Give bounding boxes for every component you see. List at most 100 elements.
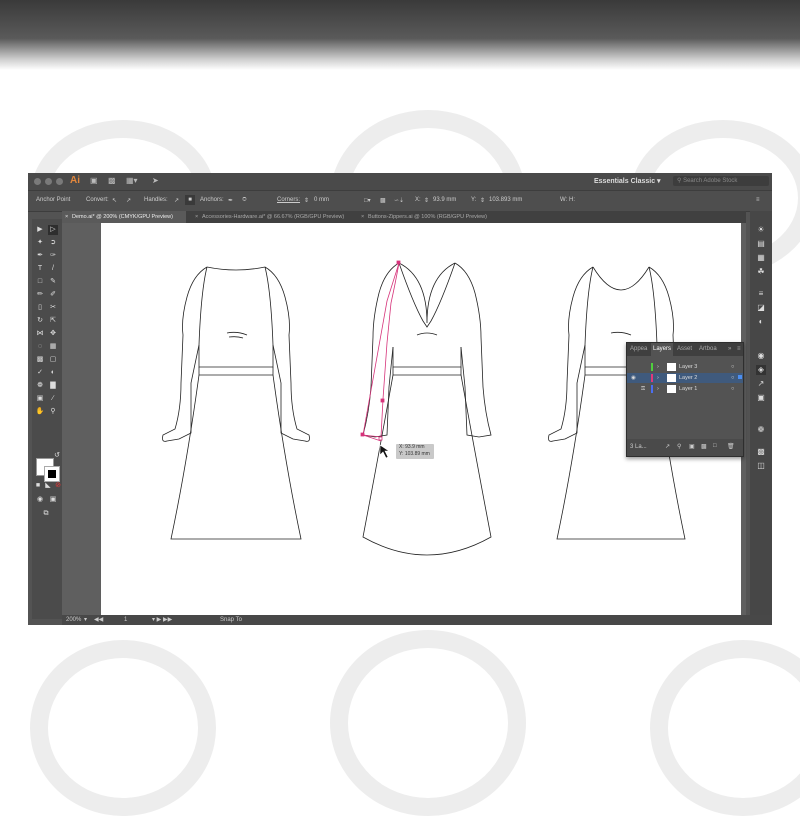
- connect-anchor-icon[interactable]: ⎊: [242, 197, 247, 204]
- target-icon[interactable]: ○: [731, 373, 734, 383]
- visibility-eye-icon[interactable]: ◉: [631, 373, 636, 383]
- pencil-tool-icon[interactable]: ✎: [48, 277, 58, 287]
- brushes-icon[interactable]: ☘: [756, 267, 766, 277]
- zoom-dropdown-icon[interactable]: ▾: [84, 615, 87, 625]
- transform-icon[interactable]: ∽⇣: [394, 197, 404, 204]
- width-tool-icon[interactable]: ⋈: [35, 329, 45, 339]
- locate-object-icon[interactable]: ⚲: [677, 443, 681, 450]
- remove-anchor-icon[interactable]: ✒: [228, 197, 233, 204]
- color-mode-icon[interactable]: ■: [33, 481, 43, 491]
- x-stepper[interactable]: ⇕: [424, 197, 429, 204]
- y-value[interactable]: 103.893 mm: [489, 197, 522, 203]
- send-icon[interactable]: ➤: [152, 176, 159, 186]
- scissors-icon[interactable]: ✂: [48, 303, 58, 313]
- tab-artboards[interactable]: Artboa: [699, 343, 717, 356]
- layer-name[interactable]: Layer 1: [679, 384, 697, 394]
- delete-layer-icon[interactable]: 🗑: [727, 443, 735, 450]
- pathfinder-icon[interactable]: ◫: [756, 461, 766, 471]
- hand-tool-icon[interactable]: ✋: [35, 407, 45, 417]
- expand-arrow-icon[interactable]: ›: [657, 362, 659, 372]
- mesh-tool-icon[interactable]: ▩: [35, 355, 45, 365]
- layer-row[interactable]: › Layer 3 ○: [627, 362, 743, 372]
- minimize-window-button[interactable]: [45, 178, 52, 185]
- corners-stepper[interactable]: ⇕: [304, 197, 309, 204]
- layer-name[interactable]: Layer 2: [679, 373, 697, 383]
- stroke-swatch[interactable]: [44, 466, 60, 482]
- color-guide-icon[interactable]: ▦: [756, 253, 766, 263]
- stock-icon[interactable]: ▩: [108, 176, 116, 186]
- libraries-icon[interactable]: ▤: [756, 239, 766, 249]
- new-sublayer-icon[interactable]: ▩: [701, 443, 707, 450]
- slice-tool-icon[interactable]: ∕: [48, 394, 58, 404]
- align-icon[interactable]: □▾: [364, 197, 371, 204]
- expand-arrow-icon[interactable]: ›: [657, 373, 659, 383]
- close-window-button[interactable]: [34, 178, 41, 185]
- gradient-mode-icon[interactable]: ◣: [43, 481, 53, 491]
- zoom-level[interactable]: 200%: [66, 615, 81, 625]
- paintbrush-icon[interactable]: ✏: [35, 290, 45, 300]
- clipping-mask-icon[interactable]: ▣: [689, 443, 695, 450]
- menu-icon[interactable]: ≡: [756, 197, 760, 203]
- target-icon[interactable]: ○: [731, 362, 734, 372]
- gradient-tool-icon[interactable]: ▢: [48, 355, 58, 365]
- shape-builder-icon[interactable]: ◌: [35, 342, 45, 352]
- collect-export-icon[interactable]: ↗: [665, 443, 670, 450]
- puppet-warp-icon[interactable]: ✥: [48, 329, 58, 339]
- direct-selection-tool-icon[interactable]: ▷: [48, 225, 58, 235]
- rotate-tool-icon[interactable]: ↻: [35, 316, 45, 326]
- workspace-switcher[interactable]: Essentials Classic ▾: [594, 177, 661, 185]
- gradient-panel-icon[interactable]: ◪: [756, 303, 766, 313]
- tab-buttons-zippers[interactable]: × Buttons-Zippers.ai @ 100% (RGB/GPU Prev…: [358, 211, 498, 223]
- symbols-icon[interactable]: ❁: [756, 425, 766, 435]
- symbol-sprayer-icon[interactable]: ❁: [35, 381, 45, 391]
- eyedropper-icon[interactable]: ✓: [35, 368, 45, 378]
- tab-appearance[interactable]: Appea: [630, 343, 647, 356]
- corners-value[interactable]: 0 mm: [314, 197, 329, 203]
- scale-tool-icon[interactable]: ⇱: [48, 316, 58, 326]
- artboard-prev-icon[interactable]: ◀◀: [94, 615, 103, 625]
- draw-inside-icon[interactable]: ▣: [48, 495, 58, 505]
- expand-arrow-icon[interactable]: ›: [657, 384, 659, 394]
- artboards-icon[interactable]: ▣: [756, 393, 766, 403]
- rectangle-tool-icon[interactable]: □: [35, 277, 45, 287]
- tab-accessories-hardware[interactable]: × Accessories-Hardware.ai* @ 66.67% (RGB/…: [192, 211, 350, 223]
- transparency-icon[interactable]: ◐: [756, 317, 766, 327]
- magic-wand-icon[interactable]: ✦: [35, 238, 45, 248]
- x-value[interactable]: 93.9 mm: [433, 197, 456, 203]
- lock-icon[interactable]: ⚿: [641, 384, 645, 394]
- properties-icon[interactable]: ☀: [756, 225, 766, 235]
- shaper-tool-icon[interactable]: ✐: [48, 290, 58, 300]
- zoom-tool-icon[interactable]: ⚲: [48, 407, 58, 417]
- search-adobe-stock-input[interactable]: ⚲ Search Adobe Stock: [673, 176, 769, 186]
- close-tab-icon[interactable]: ×: [65, 211, 68, 223]
- maximize-window-button[interactable]: [56, 178, 63, 185]
- line-tool-icon[interactable]: /: [48, 264, 58, 274]
- y-stepper[interactable]: ⇕: [480, 197, 485, 204]
- selection-tool-icon[interactable]: ▶: [35, 225, 45, 235]
- show-handles-icon[interactable]: ↗: [174, 197, 179, 204]
- artboard-number[interactable]: 1: [124, 615, 127, 625]
- convert-corner-icon[interactable]: ↖: [112, 197, 117, 204]
- lasso-icon[interactable]: ➲: [48, 238, 58, 248]
- column-graph-icon[interactable]: ▇: [48, 381, 58, 391]
- align-panel-icon[interactable]: ▩: [756, 447, 766, 457]
- screen-mode-icon[interactable]: ⧉: [41, 509, 51, 519]
- close-tab-icon[interactable]: ×: [361, 211, 364, 223]
- artboard-tool-icon[interactable]: ▣: [35, 394, 45, 404]
- bridge-icon[interactable]: ▣: [90, 176, 98, 186]
- perspective-grid-icon[interactable]: ▦: [48, 342, 58, 352]
- layer-row[interactable]: ◉ › Layer 2 ○: [627, 373, 743, 383]
- tab-demo[interactable]: × Demo.ai* @ 200% (CMYK/GPU Preview): [62, 211, 186, 223]
- appearance-icon[interactable]: ◉: [756, 351, 766, 361]
- panel-menu-icon[interactable]: ≡: [737, 343, 741, 356]
- curvature-tool-icon[interactable]: ✑: [48, 251, 58, 261]
- type-tool-icon[interactable]: T: [35, 264, 45, 274]
- arrange-documents-icon[interactable]: ▦▾: [126, 176, 138, 186]
- target-icon[interactable]: ○: [731, 384, 734, 394]
- panel-expand-icon[interactable]: »: [728, 343, 731, 356]
- stroke-panel-icon[interactable]: ≡: [756, 289, 766, 299]
- new-layer-icon[interactable]: □: [713, 443, 717, 449]
- isolate-icon[interactable]: ▩: [380, 197, 386, 204]
- none-mode-icon[interactable]: ⊘: [53, 481, 63, 491]
- layer-row[interactable]: ⚿ › Layer 1 ○: [627, 384, 743, 394]
